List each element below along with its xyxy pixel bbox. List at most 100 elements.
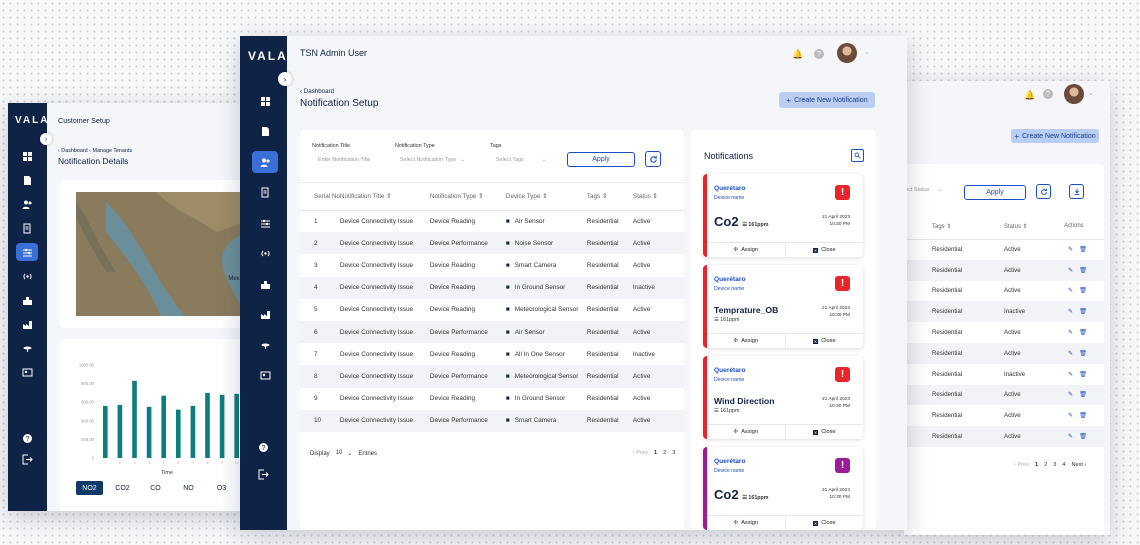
avatar[interactable] [837, 43, 857, 63]
edit-icon[interactable]: ✎ [1068, 246, 1073, 253]
close-button[interactable]: ✕ Close [784, 334, 864, 348]
bell-icon[interactable]: 🔔 [1024, 90, 1035, 101]
sidebar-item-wireless[interactable] [252, 243, 278, 265]
edit-icon[interactable]: ✎ [1068, 350, 1073, 357]
notification-card[interactable]: Querétaro Device name! Temprature_OB ☰ 161p… [703, 265, 863, 348]
breadcrumb-link[interactable]: Dashboard [61, 148, 87, 154]
sidebar-item-city[interactable] [16, 291, 38, 309]
column-header-serial[interactable]: Serial No [300, 183, 340, 211]
help-icon[interactable]: ? [814, 49, 824, 59]
assign-button[interactable]: ✢ Assign [707, 516, 785, 530]
refresh-button[interactable] [1036, 184, 1051, 199]
type-select[interactable]: Select Notification Type ⌄ [395, 153, 485, 167]
delete-icon[interactable]: 🗑 [1079, 246, 1087, 253]
notification-title-link[interactable]: Device Connectivity Issue [340, 254, 430, 276]
table-row[interactable]: Residential Active ✎ 🗑 [904, 259, 1104, 281]
chevron-down-icon[interactable]: ⌄ [864, 48, 870, 56]
table-row[interactable]: Residential Inactive ✎ 🗑 [904, 301, 1104, 323]
delete-icon[interactable]: 🗑 [1079, 287, 1087, 294]
assign-button[interactable]: ✢ Assign [707, 243, 785, 257]
breadcrumb-link[interactable]: Manage Tenants [92, 148, 132, 154]
sidebar-item-city[interactable] [252, 273, 278, 295]
bar[interactable] [205, 392, 210, 458]
table-row[interactable]: Residential Active ✎ 🗑 [904, 405, 1104, 426]
edit-icon[interactable]: ✎ [1068, 329, 1073, 336]
delete-icon[interactable]: 🗑 [1079, 412, 1087, 419]
sidebar-item-wireless[interactable] [16, 267, 38, 285]
sidebar-item-report[interactable] [252, 182, 278, 204]
edit-icon[interactable]: ✎ [1068, 308, 1073, 315]
table-row[interactable]: Residential Active ✎ 🗑 [904, 281, 1104, 302]
table-row[interactable]: 5 Device Connectivity Issue Device Reading… [300, 299, 684, 321]
page-2[interactable]: 2 [663, 450, 666, 456]
bell-icon[interactable]: 🔔 [792, 49, 803, 60]
edit-icon[interactable]: ✎ [1068, 287, 1073, 294]
page-2[interactable]: 2 [1044, 462, 1047, 468]
logout-button[interactable] [16, 448, 38, 470]
prev-page[interactable]: ‹ Prev [1014, 462, 1029, 468]
sidebar-item-document[interactable] [16, 171, 38, 189]
page-3[interactable]: 3 [672, 450, 675, 456]
title-input[interactable]: Enter Notification Title [312, 153, 390, 167]
sidebar-toggle[interactable]: › [40, 133, 52, 145]
table-row[interactable]: 3 Device Connectivity Issue Device Reading… [300, 254, 684, 276]
table-row[interactable]: Residential Active ✎ 🗑 [904, 239, 1104, 260]
delete-icon[interactable]: 🗑 [1079, 267, 1087, 274]
table-row[interactable]: 2 Device Connectivity Issue Device Perform… [300, 232, 684, 255]
entries-select[interactable]: 10 ⌄ [336, 450, 353, 457]
map[interactable]: Mexic [76, 192, 246, 316]
help-icon[interactable]: ? [1043, 89, 1053, 99]
edit-icon[interactable]: ✎ [1068, 371, 1073, 378]
help-button[interactable]: ? [16, 427, 38, 449]
sidebar-item-factory[interactable] [16, 315, 38, 333]
page-1[interactable]: 1 [1035, 462, 1038, 468]
notification-card[interactable]: Querétaro Device name! Co2 ☰ 161ppm 21 Apri… [703, 447, 863, 530]
edit-icon[interactable]: ✎ [1068, 391, 1073, 398]
notification-title-link[interactable]: Device Connectivity Issue [339, 276, 430, 299]
notification-title-link[interactable]: Device Connectivity Issue [339, 409, 430, 432]
bar[interactable] [190, 405, 196, 458]
page-3[interactable]: 3 [1053, 462, 1056, 468]
sidebar-item-users[interactable] [252, 151, 278, 173]
delete-icon[interactable]: 🗑 [1079, 371, 1087, 378]
apply-button[interactable]: Apply [567, 152, 635, 167]
gas-tab-no[interactable]: NO [175, 481, 202, 495]
delete-icon[interactable]: 🗑 [1079, 391, 1087, 398]
close-button[interactable]: ✕ Close [784, 243, 864, 257]
next-page[interactable]: Next › [1071, 462, 1086, 468]
search-notifications-button[interactable] [851, 149, 864, 162]
table-row[interactable]: 4 Device Connectivity Issue Device Reading… [300, 276, 684, 299]
gas-tab-co2[interactable]: CO2 [109, 481, 136, 495]
sidebar-item-users[interactable] [16, 195, 38, 213]
gas-tab-no2[interactable]: NO2 [76, 481, 103, 495]
notification-title-link[interactable]: Device Connectivity Issue [339, 365, 430, 388]
column-header-title[interactable]: Notification Title ⇕ [339, 183, 430, 211]
delete-icon[interactable]: 🗑 [1079, 433, 1087, 440]
table-row[interactable]: 1 Device Connectivity Issue Device Reading… [300, 210, 684, 232]
sidebar-item-factory[interactable] [252, 304, 278, 326]
create-notification-button[interactable]: + Create New Notification [1011, 129, 1099, 143]
table-row[interactable]: Residential Inactive ✎ 🗑 [904, 364, 1104, 385]
table-row[interactable]: 7 Device Connectivity Issue Device Reading… [300, 343, 684, 365]
delete-icon[interactable]: 🗑 [1079, 308, 1087, 315]
sidebar-item-report[interactable] [16, 219, 38, 237]
bar[interactable] [219, 394, 225, 458]
table-row[interactable]: 9 Device Connectivity Issue Device Reading… [300, 388, 684, 410]
page-1[interactable]: 1 [654, 450, 657, 456]
help-button[interactable]: ? [252, 436, 274, 458]
edit-icon[interactable]: ✎ [1068, 412, 1073, 419]
table-row[interactable]: 10 Device Connectivity Issue Device Perfor… [300, 409, 684, 432]
table-row[interactable]: Residential Active ✎ 🗑 [904, 426, 1104, 447]
tags-select[interactable]: Select Tags ⌄ [490, 153, 560, 167]
bar[interactable] [103, 405, 108, 458]
column-header-tags[interactable]: Tags ⇕ [586, 183, 633, 211]
delete-icon[interactable]: 🗑 [1079, 329, 1087, 336]
sidebar-item-settings-sliders[interactable] [16, 243, 38, 261]
notification-title-link[interactable]: Device Connectivity Issue [339, 232, 430, 255]
breadcrumb-link[interactable]: Dashboard [304, 88, 334, 95]
table-row[interactable]: 8 Device Connectivity Issue Device Perform… [300, 365, 684, 388]
edit-icon[interactable]: ✎ [1068, 433, 1073, 440]
notification-title-link[interactable]: Device Connectivity Issue [340, 299, 430, 321]
page-4[interactable]: 4 [1062, 462, 1065, 468]
prev-page[interactable]: ‹ Prev [633, 450, 648, 456]
